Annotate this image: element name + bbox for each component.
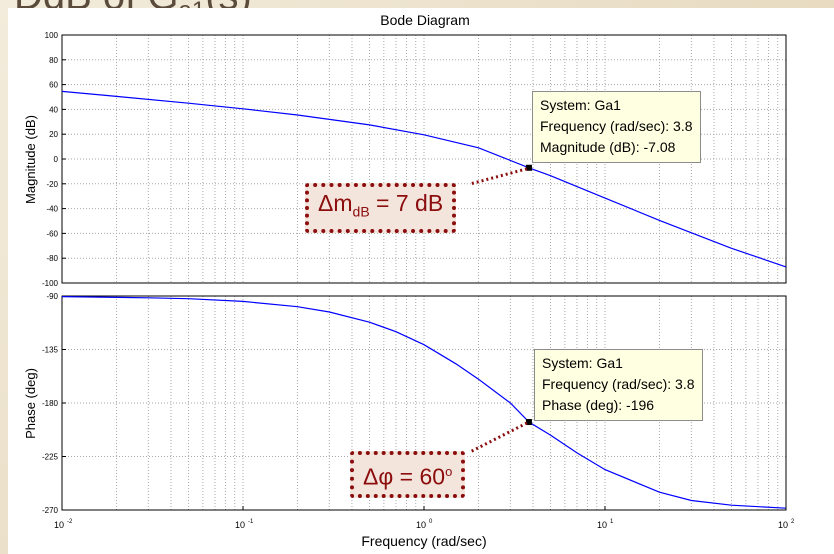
y-tick-label: 80 xyxy=(49,56,58,65)
y-tick-label: -90 xyxy=(46,292,58,301)
y-tick-label: -80 xyxy=(46,254,58,263)
x-tick-label-exponent: -1 xyxy=(248,519,254,525)
delta-magnitude-annotation: ΔmdB = 7 dB xyxy=(305,183,457,233)
frequency-axis-label: Frequency (rad/sec) xyxy=(361,533,487,549)
y-tick-label: -20 xyxy=(46,180,58,189)
x-tick-label-base: 10 xyxy=(54,520,64,530)
chart-title: Bode Diagram xyxy=(380,12,470,28)
datatip-magnitude: Magnitude (dB): -7.08 xyxy=(540,139,676,155)
datatip-system: System: Ga1 xyxy=(542,355,623,371)
y-tick-label: -225 xyxy=(42,453,59,462)
y-tick-label: 100 xyxy=(45,31,59,40)
annotation-superscript: o xyxy=(445,464,453,479)
y-tick-label: -60 xyxy=(46,229,58,238)
y-tick-label: -135 xyxy=(42,346,59,355)
datatip-frequency: Frequency (rad/sec): 3.8 xyxy=(542,376,695,392)
phase-datatip[interactable]: System: Ga1 Frequency (rad/sec): 3.8 Pha… xyxy=(534,349,703,421)
magnitude-datatip[interactable]: System: Ga1 Frequency (rad/sec): 3.8 Mag… xyxy=(532,91,701,163)
annotation-prefix: Δm xyxy=(318,190,353,216)
x-tick-label-base: 10 xyxy=(778,520,788,530)
datatip-phase: Phase (deg): -196 xyxy=(542,397,655,413)
annotation-subscript: dB xyxy=(352,203,370,220)
y-tick-label: -40 xyxy=(46,205,58,214)
y-tick-label: -180 xyxy=(42,399,59,408)
y-tick-label: 40 xyxy=(49,105,58,114)
x-tick-label-exponent: -2 xyxy=(67,519,73,525)
y-tick-label: 0 xyxy=(54,155,59,164)
y-tick-label: -100 xyxy=(42,279,59,288)
x-tick-label-base: 10 xyxy=(597,520,607,530)
x-tick-label-base: 10 xyxy=(235,520,245,530)
y-tick-label: -270 xyxy=(42,506,59,515)
y-tick-label: 60 xyxy=(49,81,58,90)
datatip-system: System: Ga1 xyxy=(540,97,621,113)
magnitude-axis-label: Magnitude (dB) xyxy=(22,114,38,204)
x-tick-label-base: 10 xyxy=(416,520,426,530)
delta-phase-annotation: Δφ = 60o xyxy=(350,451,466,498)
annotation-prefix: Δφ = 60 xyxy=(363,463,446,490)
x-tick-label-exponent: 1 xyxy=(610,519,614,525)
y-tick-label: 20 xyxy=(49,130,58,139)
x-tick-label-exponent: 0 xyxy=(429,519,433,525)
phase-axis-label: Phase (deg) xyxy=(22,367,38,439)
datatip-frequency: Frequency (rad/sec): 3.8 xyxy=(540,118,693,134)
annotation-suffix: = 7 dB xyxy=(369,190,444,216)
x-tick-label-exponent: 2 xyxy=(791,519,795,525)
